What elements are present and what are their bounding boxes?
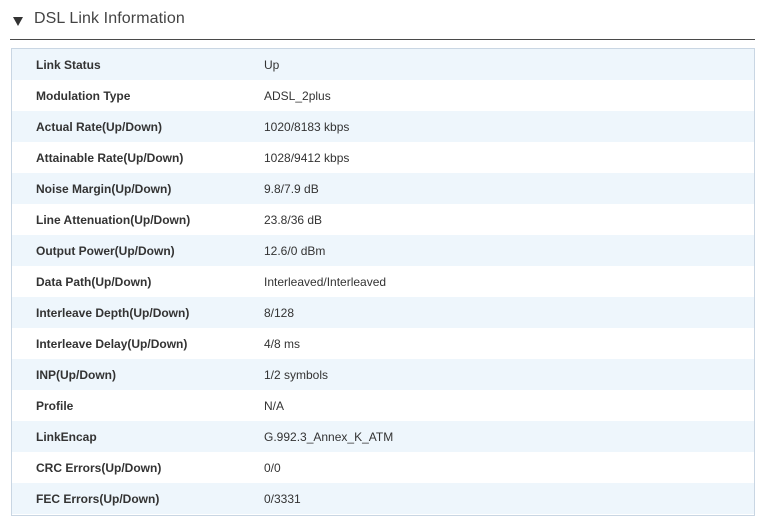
row-label: Noise Margin(Up/Down) [36,181,172,196]
row-value: ADSL_2plus [264,88,331,103]
row-value: 23.8/36 dB [264,212,323,227]
dsl-info-table: Link Status Up Modulation Type ADSL_2plu… [11,48,755,516]
table-row: LinkEncap G.992.3_Annex_K_ATM [12,421,754,452]
row-label: Interleave Depth(Up/Down) [36,305,190,320]
table-row: Actual Rate(Up/Down) 1020/8183 kbps [12,111,754,142]
row-label: Actual Rate(Up/Down) [36,119,162,134]
table-row: CRC Errors(Up/Down) 0/0 [12,452,754,483]
section-title: DSL Link Information [34,10,185,27]
row-label: Attainable Rate(Up/Down) [36,150,184,165]
table-row: Attainable Rate(Up/Down) 1028/9412 kbps [12,142,754,173]
row-value: 1/2 symbols [264,367,329,382]
row-value: 12.6/0 dBm [264,243,326,258]
table-row: Output Power(Up/Down) 12.6/0 dBm [12,235,754,266]
table-row: FEC Errors(Up/Down) 0/3331 [12,483,754,514]
row-label: CRC Errors(Up/Down) [36,460,162,475]
row-label: Data Path(Up/Down) [36,274,152,289]
row-value: 0/0 [264,460,281,475]
table-row: Line Attenuation(Up/Down) 23.8/36 dB [12,204,754,235]
row-label: LinkEncap [36,429,97,444]
row-value: 1028/9412 kbps [264,150,350,165]
row-value: 1020/8183 kbps [264,119,350,134]
section-header[interactable]: DSL Link Information [10,0,755,40]
row-label: Output Power(Up/Down) [36,243,175,258]
row-label: Interleave Delay(Up/Down) [36,336,188,351]
table-row: Interleave Delay(Up/Down) 4/8 ms [12,328,754,359]
row-value: 8/128 [264,305,295,320]
triangle-down-icon[interactable] [13,17,23,26]
row-value: N/A [264,398,285,413]
row-label: Link Status [36,57,101,72]
row-value: 0/3331 [264,491,301,506]
row-value: Up [264,57,280,72]
table-row: Link Status Up [12,49,754,80]
table-row: Noise Margin(Up/Down) 9.8/7.9 dB [12,173,754,204]
dsl-link-info-panel: DSL Link Information Link Status Up Modu… [0,0,763,531]
row-label: Profile [36,398,74,413]
row-value: 9.8/7.9 dB [264,181,319,196]
table-row: INP(Up/Down) 1/2 symbols [12,359,754,390]
row-label: Line Attenuation(Up/Down) [36,212,191,227]
table-row: Data Path(Up/Down) Interleaved/Interleav… [12,266,754,297]
row-label: INP(Up/Down) [36,367,116,382]
row-value: Interleaved/Interleaved [264,274,387,289]
row-label: Modulation Type [36,88,131,103]
table-row: Profile N/A [12,390,754,421]
row-label: FEC Errors(Up/Down) [36,491,160,506]
table-row: Interleave Depth(Up/Down) 8/128 [12,297,754,328]
row-value: G.992.3_Annex_K_ATM [264,429,394,444]
table-row: Modulation Type ADSL_2plus [12,80,754,111]
row-value: 4/8 ms [264,336,301,351]
